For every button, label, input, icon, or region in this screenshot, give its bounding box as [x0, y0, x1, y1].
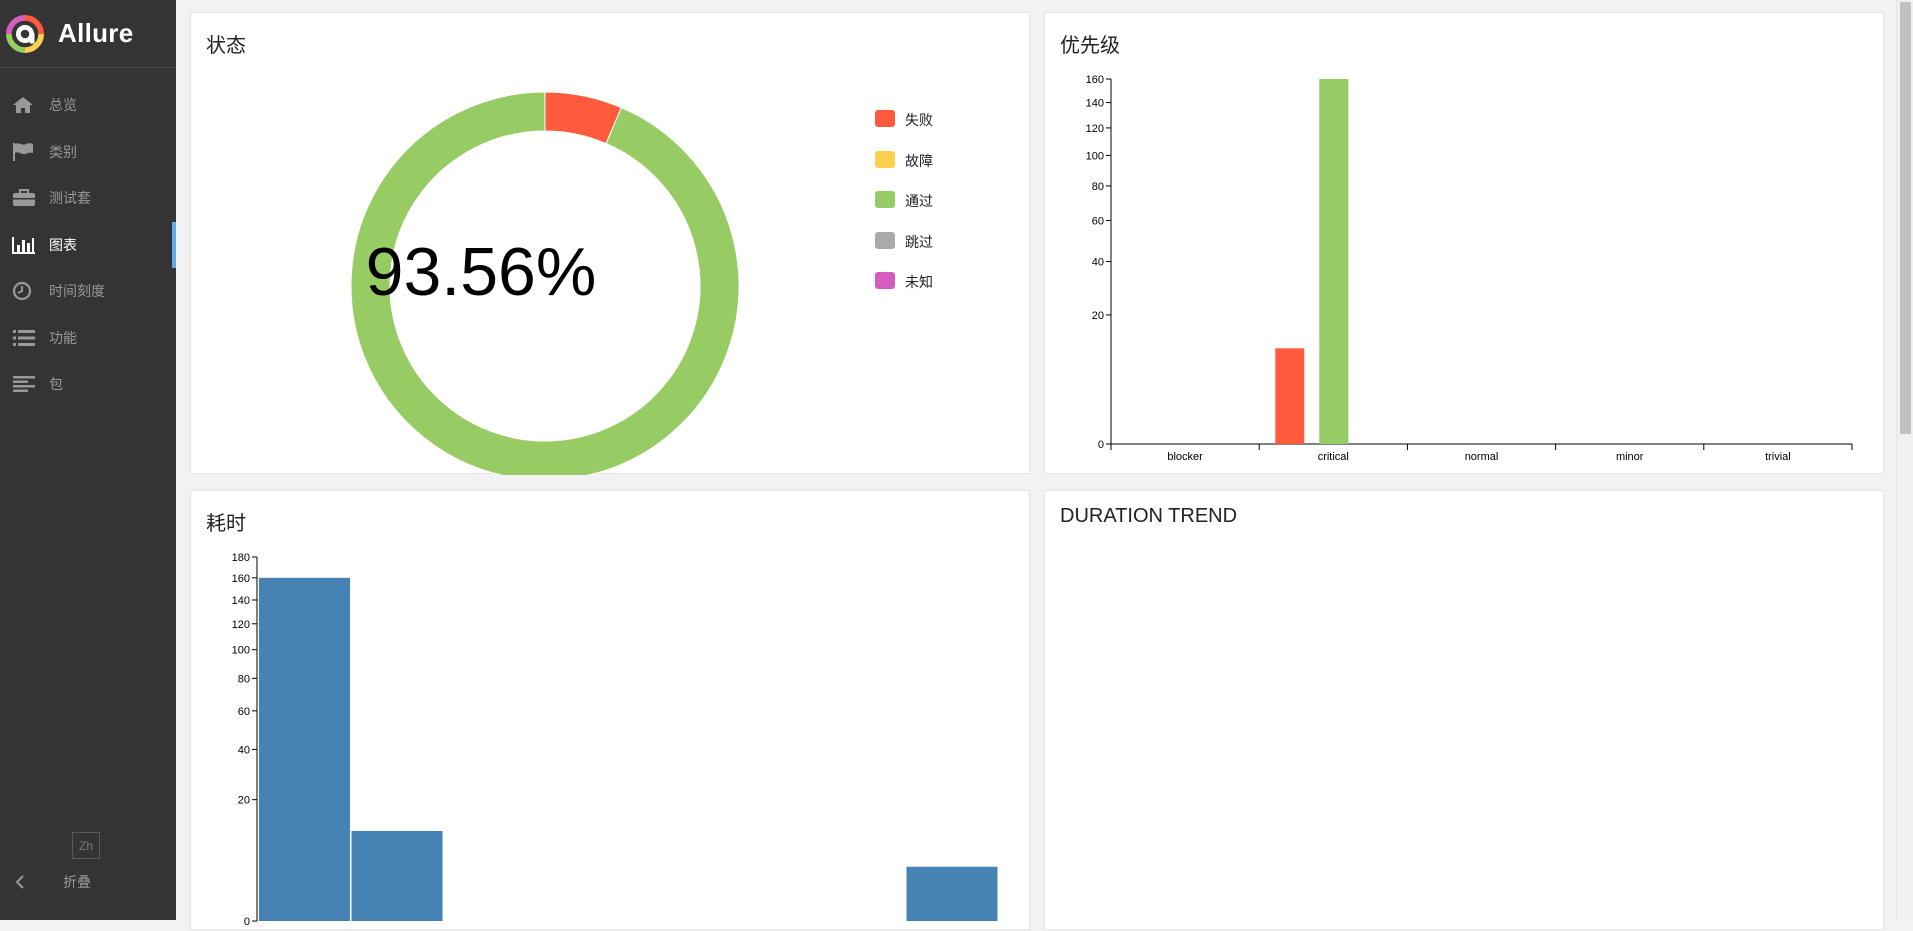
y-tick-label: 140: [1086, 98, 1104, 110]
sidebar-nav: 总览 类别 测试套 图表 时间刻度 功能 包: [0, 82, 176, 408]
legend-label: 通过: [905, 193, 933, 209]
legend-label: 故障: [905, 152, 933, 169]
sidebar-item-label: 包: [49, 376, 63, 393]
status-legend: 失败 故障 通过 跳过 未知: [875, 110, 933, 313]
collapse-label: 折叠: [63, 874, 91, 890]
x-tick-label: trivial: [1765, 451, 1791, 463]
sidebar-item-overview[interactable]: 总览: [0, 82, 176, 129]
y-tick-label: 120: [1086, 123, 1104, 135]
brand[interactable]: Allure: [0, 0, 176, 68]
y-tick-label: 100: [232, 645, 250, 657]
flag-icon: [12, 141, 38, 163]
sidebar-item-label: 类别: [49, 143, 77, 160]
duration-bar-0-1[interactable]: [259, 577, 350, 921]
list-icon: [12, 327, 38, 349]
y-tick-label: 20: [1092, 310, 1104, 322]
y-tick-label: 20: [238, 795, 250, 807]
legend-label: 未知: [905, 274, 933, 290]
legend-item-skipped[interactable]: 跳过: [875, 231, 933, 273]
sidebar-item-behaviors[interactable]: 功能: [0, 315, 176, 362]
x-tick-label: normal: [1465, 451, 1499, 463]
duration-bar-1-2[interactable]: [351, 831, 443, 921]
scrollbar-thumb[interactable]: [1900, 2, 1911, 434]
legend-item-passed[interactable]: 通过: [875, 191, 933, 232]
y-tick-label: 180: [232, 552, 250, 564]
y-tick-label: 140: [232, 595, 250, 607]
y-tick-label: 60: [238, 706, 250, 718]
legend-label: 失败: [905, 112, 933, 128]
y-tick-label: 160: [1086, 74, 1104, 86]
sidebar-item-label: 总览: [49, 97, 77, 114]
bar-critical-1[interactable]: [1319, 79, 1349, 444]
sidebar-item-categories[interactable]: 类别: [0, 129, 176, 176]
app-name: Allure: [58, 18, 134, 48]
sidebar-item-label: 测试套: [49, 190, 91, 207]
sidebar-item-label: 图表: [49, 236, 77, 253]
y-tick-label: 0: [1098, 439, 1104, 451]
x-tick-label: minor: [1616, 451, 1644, 463]
sidebar-item-packages[interactable]: 包: [0, 361, 176, 408]
clock-icon: [12, 280, 38, 302]
sidebar-item-label: 时间刻度: [49, 283, 105, 300]
y-tick-label: 80: [1092, 181, 1104, 193]
y-tick-label: 40: [1092, 257, 1104, 269]
legend-item-broken[interactable]: 故障: [875, 150, 933, 192]
y-tick-label: 80: [238, 673, 250, 685]
sidebar-item-graphs[interactable]: 图表: [0, 221, 176, 269]
collapse-button[interactable]: 折叠: [14, 870, 91, 894]
briefcase-icon: [12, 187, 38, 209]
allure-logo-icon: [6, 14, 44, 53]
chevron-left-icon: [14, 874, 36, 890]
legend-swatch-broken: [875, 150, 895, 168]
legend-swatch-skipped: [875, 231, 895, 249]
duration-trend-widget: DURATION TREND: [1044, 490, 1884, 930]
y-tick-label: 40: [238, 744, 250, 756]
legend-item-unknown[interactable]: 未知: [875, 272, 933, 313]
status-widget: 状态 93.56% 失败 故障 通过 跳过 未知: [190, 12, 1030, 475]
widget-title: DURATION TREND: [1060, 505, 1238, 527]
duration-bar-7-8[interactable]: [906, 866, 998, 921]
y-tick-label: 0: [244, 916, 250, 928]
bar-critical-0[interactable]: [1275, 348, 1305, 444]
x-tick-label: blocker: [1167, 451, 1203, 463]
legend-swatch-failed: [875, 110, 895, 127]
severity-bar-chart: 0 20 40 60 80 100 120 140 160 blocker critical norm…: [1086, 74, 1853, 463]
severity-widget: 优先级 0 20 40 60 80 100 120 140 160 blocker critical…: [1044, 12, 1884, 474]
sidebar-item-suites[interactable]: 测试套: [0, 175, 176, 222]
y-tick-label: 160: [232, 573, 250, 585]
y-tick-label: 100: [1086, 150, 1104, 162]
language-switch-button[interactable]: Zh: [72, 832, 100, 859]
home-icon: [12, 94, 38, 116]
legend-item-failed[interactable]: 失败: [875, 110, 933, 151]
legend-label: 跳过: [905, 233, 933, 250]
align-left-icon: [12, 373, 38, 395]
sidebar-item-timeline[interactable]: 时间刻度: [0, 268, 176, 315]
sidebar: Allure 总览 类别 测试套 图表 时间刻度 功能 包 Zh 折叠: [0, 0, 176, 920]
legend-swatch-passed: [875, 191, 895, 208]
duration-widget: 耗时 0 20 40 60 80 100 120 140 160 180: [190, 490, 1030, 930]
sidebar-item-label: 功能: [49, 329, 77, 346]
x-tick-label: critical: [1318, 451, 1349, 463]
bar-chart-icon: [12, 234, 38, 256]
page-scrollbar[interactable]: [1896, 0, 1913, 920]
legend-swatch-unknown: [875, 272, 895, 289]
y-tick-label: 60: [1092, 215, 1104, 227]
pass-rate-value: 93.56%: [365, 234, 597, 310]
y-tick-label: 120: [232, 619, 250, 631]
duration-bar-chart: 0 20 40 60 80 100 120 140 160 180: [232, 552, 998, 928]
